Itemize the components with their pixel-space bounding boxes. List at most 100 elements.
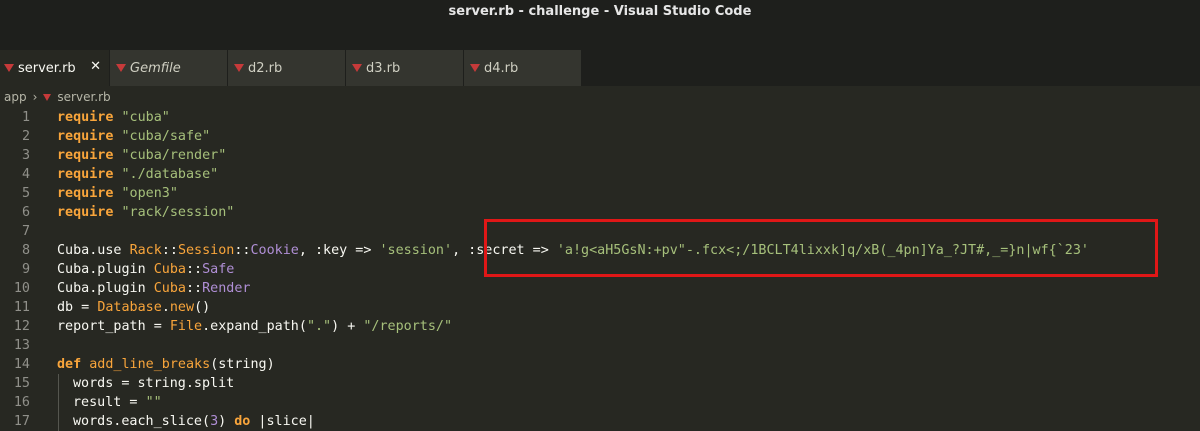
line-number: 1 — [21, 110, 30, 125]
tab-gemfile[interactable]: Gemfile — [110, 50, 228, 86]
code-token: "." — [306, 319, 332, 334]
code-token: .expand_path( — [202, 319, 307, 334]
line-number: 3 — [21, 148, 30, 163]
title-bar: server.rb - challenge - Visual Studio Co… — [0, 0, 1200, 50]
code-token: def — [57, 357, 82, 372]
code-token: db = — [57, 300, 98, 315]
code-line[interactable]: 2 require "cuba/safe" — [0, 127, 1200, 146]
code-text: require "cuba/safe" — [57, 127, 210, 146]
line-number: 10 — [13, 281, 30, 296]
code-token: Database — [97, 300, 162, 315]
code-token: "cuba/render" — [121, 148, 227, 163]
code-text: require "open3" — [57, 184, 178, 203]
tab-label: d2.rb — [248, 60, 283, 76]
ruby-file-icon — [352, 64, 362, 72]
code-token: Cuba — [153, 281, 186, 296]
code-token: new — [169, 300, 195, 315]
code-token: Cuba.use — [57, 243, 130, 258]
highlight-box-annotation — [484, 219, 1158, 277]
code-text: report_path = File.expand_path(".") + "/… — [57, 317, 452, 336]
code-text: result = "" — [58, 393, 162, 412]
code-line[interactable]: 13 — [0, 336, 1200, 355]
tab-server-rb[interactable]: server.rb ✕ — [0, 50, 110, 86]
line-number: 13 — [13, 338, 30, 353]
line-number: 17 — [13, 414, 30, 429]
code-token: "open3" — [121, 186, 178, 201]
line-number: 5 — [21, 186, 30, 201]
code-line[interactable]: 16 result = "" — [0, 393, 1200, 412]
code-line[interactable]: 5 require "open3" — [0, 184, 1200, 203]
code-text: require "./database" — [57, 165, 218, 184]
code-token: report_path = — [57, 319, 170, 334]
code-line[interactable]: 14 def add_line_breaks(string) — [0, 355, 1200, 374]
editor-tab-bar: server.rb ✕ Gemfile d2.rb d3.rb d4.rb — [0, 50, 1200, 86]
code-token: 3 — [210, 414, 219, 429]
tab-label: d3.rb — [366, 60, 401, 76]
tab-d2-rb[interactable]: d2.rb — [228, 50, 346, 86]
code-token: :: — [161, 243, 178, 258]
code-token: result = — [73, 395, 146, 410]
code-text: require "cuba/render" — [57, 146, 226, 165]
code-token: File — [169, 319, 203, 334]
code-text: require "cuba" — [57, 108, 170, 127]
ruby-file-icon — [4, 64, 14, 72]
code-token: "rack/session" — [121, 205, 235, 220]
code-text: words = string.split — [58, 374, 234, 393]
code-line[interactable]: 11 db = Database.new() — [0, 298, 1200, 317]
line-number: 6 — [21, 205, 30, 220]
tab-d3-rb[interactable]: d3.rb — [346, 50, 464, 86]
code-token: , :key => — [298, 243, 380, 258]
ruby-file-icon — [43, 93, 52, 101]
code-token: Rack — [129, 243, 162, 258]
code-token: words = string.split — [73, 376, 235, 391]
code-token: |slice| — [250, 414, 315, 429]
line-number: 11 — [13, 300, 30, 315]
code-line[interactable]: 15 words = string.split — [0, 374, 1200, 393]
code-token: (string) — [210, 357, 275, 372]
code-text: def add_line_breaks(string) — [57, 355, 275, 374]
code-line[interactable]: 4 require "./database" — [0, 165, 1200, 184]
ruby-file-icon — [234, 64, 244, 72]
code-token: :: — [234, 243, 251, 258]
code-token: "./database" — [121, 167, 219, 182]
code-token: "cuba" — [121, 110, 170, 125]
code-token: words.each_slice( — [73, 414, 211, 429]
code-line[interactable]: 17 words.each_slice(3) do |slice| — [0, 412, 1200, 431]
code-token: :: — [186, 262, 203, 277]
line-number: 12 — [13, 319, 30, 334]
close-icon[interactable]: ✕ — [90, 59, 101, 74]
line-number: 16 — [13, 395, 30, 410]
code-token: . — [161, 300, 170, 315]
tab-label: Gemfile — [130, 60, 181, 76]
code-line[interactable]: 1 require "cuba" — [0, 108, 1200, 127]
ruby-file-icon — [116, 64, 126, 72]
code-line[interactable]: 12 report_path = File.expand_path(".") + … — [0, 317, 1200, 336]
code-line[interactable]: 3 require "cuba/render" — [0, 146, 1200, 165]
line-number: 9 — [21, 262, 30, 277]
code-token: ) + — [331, 319, 364, 334]
code-text: db = Database.new() — [57, 298, 210, 317]
tab-d4-rb[interactable]: d4.rb — [464, 50, 582, 86]
breadcrumb-file[interactable]: server.rb — [57, 90, 110, 104]
code-token: require — [57, 167, 114, 182]
code-token: require — [57, 129, 114, 144]
code-line[interactable]: 10 Cuba.plugin Cuba::Render — [0, 279, 1200, 298]
code-text: Cuba.plugin Cuba::Render — [57, 279, 251, 298]
tab-label: d4.rb — [484, 60, 519, 76]
line-number: 2 — [21, 129, 30, 144]
line-number: 7 — [21, 224, 30, 239]
code-token: do — [234, 414, 251, 429]
code-token: Cookie — [250, 243, 299, 258]
code-token: Render — [202, 281, 251, 296]
code-token: () — [194, 300, 211, 315]
line-number: 14 — [13, 357, 30, 372]
breadcrumb-folder[interactable]: app — [0, 90, 27, 104]
window-title: server.rb - challenge - Visual Studio Co… — [448, 4, 752, 19]
code-token: require — [57, 148, 114, 163]
code-token: require — [57, 186, 114, 201]
code-token: Cuba.plugin — [57, 281, 154, 296]
